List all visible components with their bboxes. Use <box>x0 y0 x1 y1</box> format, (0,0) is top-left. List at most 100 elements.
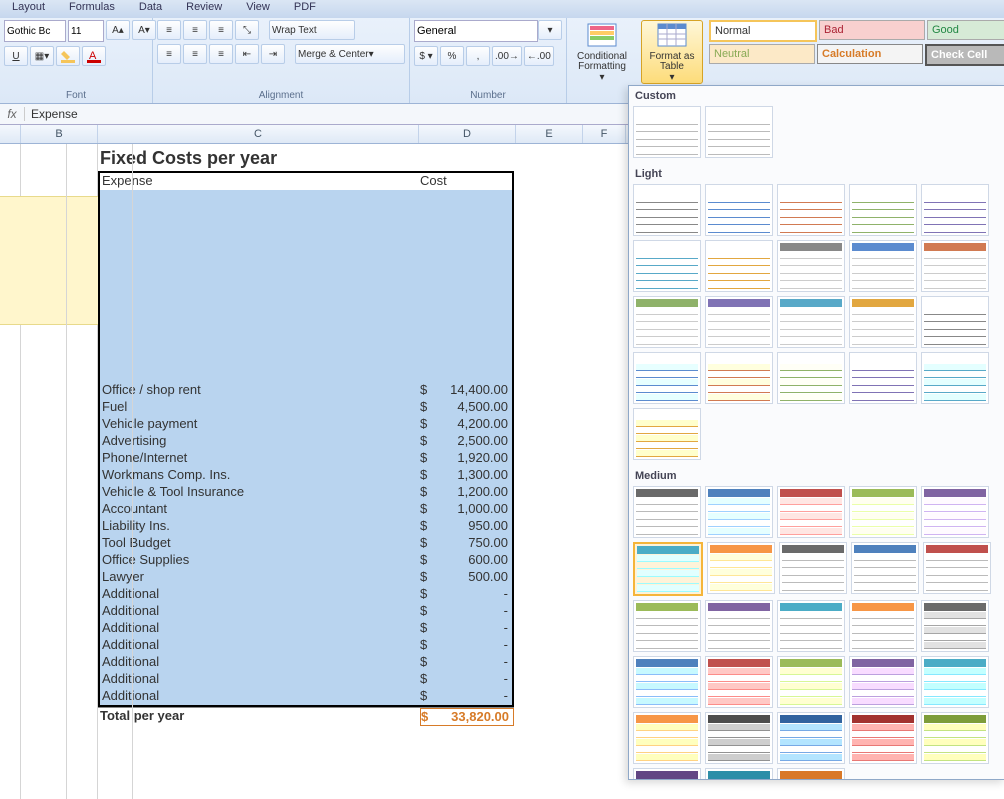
increase-decimal-icon[interactable]: .00→ <box>492 46 522 66</box>
table-style-thumb[interactable] <box>921 600 989 652</box>
conditional-formatting-button[interactable]: Conditional Formatting▾ <box>571 20 633 84</box>
table-row[interactable]: Liability Ins.$950.00 <box>100 518 512 535</box>
table-style-thumb[interactable] <box>849 712 917 764</box>
merge-center-button[interactable]: Merge & Center ▾ <box>295 44 405 64</box>
table-row[interactable]: Additional$- <box>100 586 512 603</box>
tab-layout[interactable]: Layout <box>0 0 57 18</box>
table-style-thumb[interactable] <box>849 486 917 538</box>
table-row[interactable]: Phone/Internet$1,920.00 <box>100 450 512 467</box>
table-style-thumb[interactable] <box>633 768 701 780</box>
table-style-thumb[interactable] <box>921 352 989 404</box>
table-style-thumb[interactable] <box>777 352 845 404</box>
table-style-thumb[interactable] <box>705 486 773 538</box>
increase-indent-icon[interactable]: ⇥ <box>261 44 285 64</box>
table-style-thumb[interactable] <box>849 600 917 652</box>
style-bad[interactable]: Bad <box>819 20 925 40</box>
style-normal[interactable]: Normal <box>709 20 817 42</box>
table-row[interactable]: Additional$- <box>100 620 512 637</box>
align-middle-icon[interactable]: ≡ <box>183 20 207 40</box>
table-style-thumb[interactable] <box>705 712 773 764</box>
style-check-cell[interactable]: Check Cell <box>925 44 1004 66</box>
table-style-thumb[interactable] <box>633 542 703 596</box>
style-good[interactable]: Good <box>927 20 1004 40</box>
table-style-thumb[interactable] <box>849 296 917 348</box>
font-color-icon[interactable]: A <box>82 46 106 66</box>
table-style-thumb[interactable] <box>777 486 845 538</box>
table-style-thumb[interactable] <box>777 656 845 708</box>
wrap-text-button[interactable]: Wrap Text <box>269 20 355 40</box>
align-bottom-icon[interactable]: ≡ <box>209 20 233 40</box>
decrease-indent-icon[interactable]: ⇤ <box>235 44 259 64</box>
fill-color-icon[interactable] <box>56 46 80 66</box>
increase-font-icon[interactable]: A▴ <box>106 20 130 40</box>
number-format-dropdown-icon[interactable]: ▾ <box>538 20 562 40</box>
table-style-thumb[interactable] <box>921 486 989 538</box>
table-style-thumb[interactable] <box>849 656 917 708</box>
fx-icon[interactable]: fx <box>0 107 25 121</box>
table-style-thumb[interactable] <box>705 106 773 158</box>
table-style-thumb[interactable] <box>921 296 989 348</box>
table-row[interactable]: Additional$- <box>100 654 512 671</box>
table-style-thumb[interactable] <box>705 184 773 236</box>
table-style-thumb[interactable] <box>777 240 845 292</box>
table-row[interactable]: Office Supplies$600.00 <box>100 552 512 569</box>
table-style-thumb[interactable] <box>633 486 701 538</box>
col-header-b[interactable]: B <box>21 125 98 143</box>
tab-formulas[interactable]: Formulas <box>57 0 127 18</box>
table-style-thumb[interactable] <box>921 240 989 292</box>
table-row[interactable]: Office / shop rent$14,400.00 <box>100 382 512 399</box>
table-style-thumb[interactable] <box>633 240 701 292</box>
table-style-thumb[interactable] <box>705 352 773 404</box>
comma-format-icon[interactable]: , <box>466 46 490 66</box>
table-style-thumb[interactable] <box>777 600 845 652</box>
table-row[interactable]: Additional$- <box>100 637 512 654</box>
tab-data[interactable]: Data <box>127 0 174 18</box>
table-style-thumb[interactable] <box>707 542 775 594</box>
percent-format-icon[interactable]: % <box>440 46 464 66</box>
table-style-thumb[interactable] <box>633 712 701 764</box>
table-style-thumb[interactable] <box>705 296 773 348</box>
table-row[interactable]: Vehicle payment$4,200.00 <box>100 416 512 433</box>
table-row[interactable]: Advertising$2,500.00 <box>100 433 512 450</box>
align-top-icon[interactable]: ≡ <box>157 20 181 40</box>
col-header-d[interactable]: D <box>419 125 516 143</box>
table-style-thumb[interactable] <box>705 240 773 292</box>
number-format-select[interactable] <box>414 20 538 42</box>
table-style-thumb[interactable] <box>777 768 845 780</box>
table-row[interactable]: Additional$- <box>100 603 512 620</box>
format-as-table-button[interactable]: Format as Table▾ <box>641 20 703 84</box>
table-style-thumb[interactable] <box>849 352 917 404</box>
table-style-thumb[interactable] <box>633 408 701 460</box>
table-style-gallery[interactable]: Custom Light Medium Dark New Table Style… <box>628 85 1004 780</box>
decrease-decimal-icon[interactable]: ←.00 <box>524 46 554 66</box>
tab-pdf[interactable]: PDF <box>282 0 328 18</box>
col-header-c[interactable]: C <box>98 125 419 143</box>
font-name-input[interactable] <box>4 20 66 42</box>
underline-icon[interactable]: U <box>4 46 28 66</box>
table-style-thumb[interactable] <box>851 542 919 594</box>
table-style-thumb[interactable] <box>849 240 917 292</box>
table-style-thumb[interactable] <box>923 542 991 594</box>
table-row[interactable]: Accountant$1,000.00 <box>100 501 512 518</box>
style-calculation[interactable]: Calculation <box>817 44 923 64</box>
align-right-icon[interactable]: ≡ <box>209 44 233 64</box>
table-style-thumb[interactable] <box>921 184 989 236</box>
table-style-thumb[interactable] <box>705 656 773 708</box>
table-row[interactable]: Fuel$4,500.00 <box>100 399 512 416</box>
align-center-icon[interactable]: ≡ <box>183 44 207 64</box>
table-style-thumb[interactable] <box>633 106 701 158</box>
border-icon[interactable]: ▦▾ <box>30 46 54 66</box>
table-style-thumb[interactable] <box>705 768 773 780</box>
font-size-input[interactable] <box>68 20 104 42</box>
col-header-f[interactable]: F <box>583 125 626 143</box>
table-style-thumb[interactable] <box>633 656 701 708</box>
table-row[interactable]: Workmans Comp. Ins.$1,300.00 <box>100 467 512 484</box>
accounting-format-icon[interactable]: $ ▾ <box>414 46 438 66</box>
table-style-thumb[interactable] <box>777 712 845 764</box>
table-row[interactable]: Vehicle & Tool Insurance$1,200.00 <box>100 484 512 501</box>
table-row[interactable]: Additional$- <box>100 688 512 705</box>
col-header-e[interactable]: E <box>516 125 583 143</box>
align-left-icon[interactable]: ≡ <box>157 44 181 64</box>
table-style-thumb[interactable] <box>633 296 701 348</box>
table-style-thumb[interactable] <box>705 600 773 652</box>
